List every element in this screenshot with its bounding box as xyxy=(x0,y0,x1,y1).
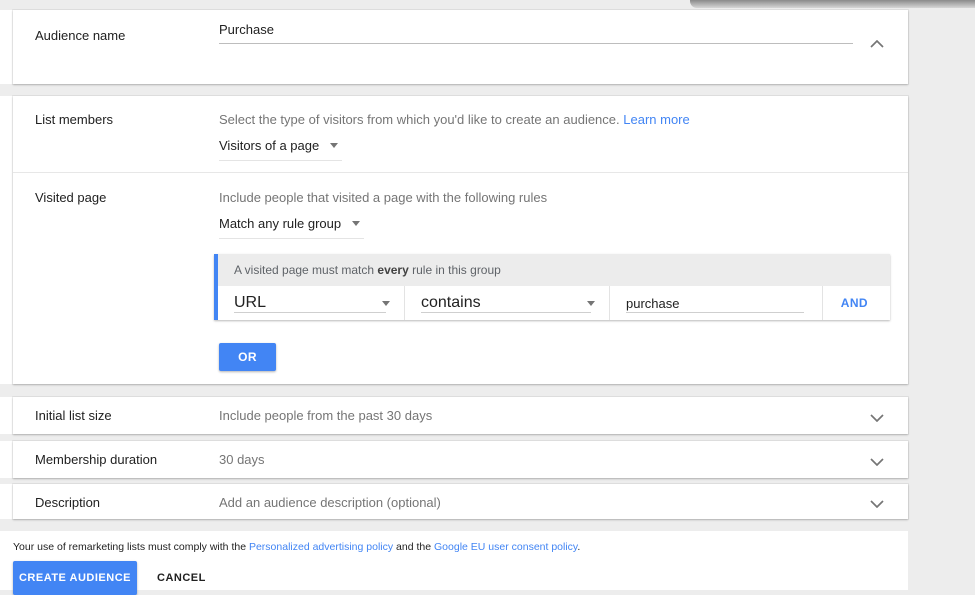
dropdown-arrow-icon xyxy=(587,301,595,306)
description-row[interactable]: Description Add an audience description … xyxy=(13,484,908,519)
membership-duration-label: Membership duration xyxy=(35,452,157,467)
initial-list-size-label: Initial list size xyxy=(35,408,112,423)
page-background-gutter xyxy=(908,0,975,590)
dropdown-arrow-icon xyxy=(330,143,338,148)
expand-section-button[interactable] xyxy=(868,454,886,468)
and-cell: AND xyxy=(822,286,890,320)
rule-value-cell xyxy=(610,286,822,320)
description-label: Description xyxy=(35,495,100,510)
initial-list-size-value: Include people from the past 30 days xyxy=(219,408,432,423)
section-divider xyxy=(13,172,908,173)
chevron-down-icon xyxy=(870,496,884,511)
value-underline xyxy=(626,312,804,313)
background-band xyxy=(0,384,975,397)
list-members-label: List members xyxy=(35,112,113,127)
add-or-rule-group-button[interactable]: OR xyxy=(219,343,276,371)
rule-group-header: A visited page must match every rule in … xyxy=(218,254,890,286)
audience-name-label: Audience name xyxy=(35,28,125,43)
background-band xyxy=(0,434,975,441)
background-band xyxy=(0,519,975,531)
rule-group: A visited page must match every rule in … xyxy=(214,254,890,320)
field-underline xyxy=(234,312,386,313)
rule-operator-dropdown[interactable]: contains xyxy=(405,286,610,320)
membership-duration-row[interactable]: Membership duration 30 days xyxy=(13,441,908,478)
top-overlay-bar xyxy=(690,0,975,8)
chevron-up-icon xyxy=(870,36,884,51)
expand-section-button[interactable] xyxy=(868,410,886,424)
visited-page-description: Include people that visited a page with … xyxy=(219,190,547,205)
personalized-advertising-policy-link[interactable]: Personalized advertising policy xyxy=(249,541,393,553)
visited-page-label: Visited page xyxy=(35,190,106,205)
membership-duration-value: 30 days xyxy=(219,452,265,467)
initial-list-size-row[interactable]: Initial list size Include people from th… xyxy=(13,397,908,434)
visitor-type-dropdown[interactable]: Visitors of a page xyxy=(219,138,342,161)
learn-more-link[interactable]: Learn more xyxy=(623,112,689,127)
chevron-down-icon xyxy=(870,410,884,425)
chevron-down-icon xyxy=(870,454,884,469)
audience-name-section: Audience name xyxy=(13,10,908,84)
operator-underline xyxy=(421,312,591,313)
dropdown-arrow-icon xyxy=(382,301,390,306)
audience-name-input[interactable] xyxy=(219,22,853,44)
eu-consent-policy-link[interactable]: Google EU user consent policy xyxy=(434,541,577,553)
match-mode-dropdown[interactable]: Match any rule group xyxy=(219,216,364,239)
add-and-rule-button[interactable]: AND xyxy=(841,296,876,310)
expand-section-button[interactable] xyxy=(868,496,886,510)
rule-value-input[interactable] xyxy=(626,296,799,311)
list-definition-section: List members Select the type of visitors… xyxy=(13,96,908,384)
collapse-section-button[interactable] xyxy=(868,36,886,50)
dropdown-arrow-icon xyxy=(352,221,360,226)
description-value: Add an audience description (optional) xyxy=(219,495,441,510)
compliance-disclaimer: Your use of remarketing lists must compl… xyxy=(13,541,580,553)
list-members-description: Select the type of visitors from which y… xyxy=(219,112,690,127)
rule-field-dropdown[interactable]: URL xyxy=(218,286,405,320)
background-band xyxy=(0,84,975,96)
rule-row: URL contains AND xyxy=(218,286,890,320)
